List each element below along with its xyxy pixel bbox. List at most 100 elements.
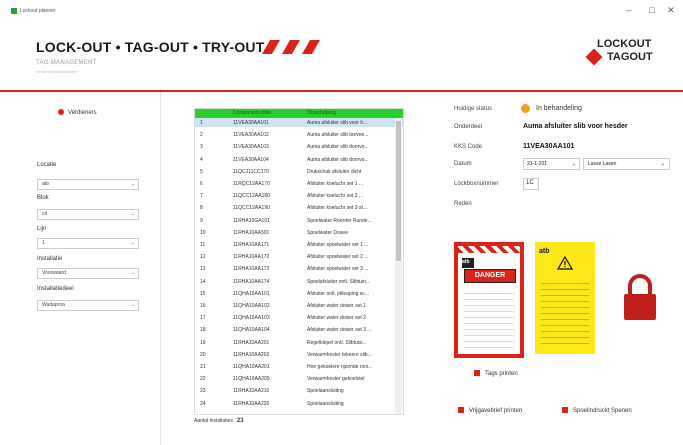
table-row[interactable]: 4 11VEA30AA104 Auma afsluiter slib doorvo.… [195,155,403,164]
table-row[interactable]: 22 11QHA10AA205 Verwarmhoster gekoelstel [195,374,403,383]
table-row[interactable]: 11 11RHA10AA171 Afsluiter spoelwater set 1… [195,240,403,249]
table-row[interactable]: 1 11VEA30AA101 Auma afsluiter slib voor h.… [195,118,403,127]
logo-text-line2: TAGOUT [607,51,653,63]
app-icon [11,8,17,14]
row-code: 11RHA10AA220 [233,400,270,407]
table-row[interactable]: 3 11VEA30AA103 Auma afsluiter slib doorvo.… [195,142,403,151]
kks-label: KKS Code [454,144,483,150]
row-index: 19 [200,339,206,346]
print-lockout-button[interactable]: Spoelindruckt Spenen [562,407,632,414]
table-row[interactable]: 20 11RHA10AA202 Verwarmhoster tekeere slib… [195,350,403,359]
grid-header-description[interactable]: Omschrijving [307,110,336,116]
row-description: Spoelaansluiting [307,400,344,407]
printer-icon [474,370,480,376]
table-row[interactable]: 24 11RHA10AA220 Spoelaansluiting [195,399,403,408]
row-code: 11QHA10AA201 [233,364,270,370]
status-in-progress-icon [521,104,530,113]
table-row[interactable]: 13 11RHA10AA173 Afsluiter spoelwater set 3… [195,264,403,273]
reset-filters-button[interactable]: Verdieners [58,109,97,116]
row-index: 13 [200,266,206,273]
row-index: 20 [200,351,206,358]
table-row[interactable]: 14 11RHA10AA174 Spoelafsluiter ontl. Slibt… [195,277,403,286]
lockbox-label: Lockboxnummer [454,181,499,187]
table-row[interactable]: 7 11QCC12AA180 Afsluiter koeluchr set 2 ..… [195,191,403,200]
table-row[interactable]: 19 11RHA10AA201 Regelklepel ontl. Slibtuis… [195,338,403,347]
table-row[interactable]: 18 11QHA10AA104 Afsluiter water doiser set… [195,325,403,334]
table-row[interactable]: 2 11VEA30AA102 Auma afsluiter slib toevoe.… [195,130,403,139]
table-row[interactable]: 23 11RHA10AA210 Spoelaansluiting [195,386,403,395]
maximize-button[interactable]: □ [643,5,661,15]
table-row[interactable]: 15 11QHA10AA101 Afsluiter ontl. pilleaping… [195,289,403,298]
row-code: 11RHA10AA202 [233,351,270,358]
filter-select-location[interactable]: ato ⌄ [37,179,139,190]
minimize-button[interactable]: – [620,5,638,15]
chevron-down-icon: ⌄ [130,181,135,187]
print-tags-button[interactable]: Tags printen [474,370,518,377]
filter-select-installation[interactable]: Voorwaard ⌄ [37,268,139,279]
row-description: Afsluiter spoelwater set 1 ... [307,242,369,248]
row-description: Regelklepel ontl. Slibtuisi... [307,339,367,346]
table-row[interactable]: 17 11QHA10AA103 Afsluiter water doiser set… [195,313,403,322]
warning-triangle-icon [557,256,573,270]
logo-mark-icon [585,48,603,66]
item-label: Onderdeel [454,124,483,130]
user-select[interactable]: Lasse Lasen ⌄ [583,158,670,170]
filter-select-installation-part[interactable]: Wadaproa ⌄ [37,300,139,311]
filter-value-location: ato [42,181,49,187]
row-index: 2 [200,132,203,139]
page-subtitle-secondary: Versie Kentekenbeheer [36,69,78,74]
row-description: Afsluiter koeluchr set 3 st... [307,205,368,212]
date-picker[interactable]: 21-1-201 ⌄ [523,158,580,170]
filter-label-line: Lijn [37,226,47,232]
grid-header-code[interactable]: Component code [233,110,271,116]
row-code: 11VEA30AA104 [233,156,269,163]
row-index: 24 [200,400,206,407]
lockbox-input[interactable]: 1C [523,178,539,190]
row-index: 18 [200,327,206,334]
table-row[interactable]: 6 11RQC12AA170 Afsluiter koeluchr set 1 ..… [195,179,403,188]
table-row[interactable]: 10 11RHA10AA501 Spoelwater Dosee [195,228,403,237]
app-header: LOCK-OUT • TAG-OUT • TRY-OUT TAG MANAGEM… [0,22,683,92]
print-release-button[interactable]: Vrijgavebrief printen [458,407,522,414]
table-row[interactable]: 21 11QHA10AA201 Hoe gekoelere rijzende ron… [195,362,403,371]
table-row[interactable]: 12 11RHA10AA172 Afsluiter spoelwater set 2… [195,252,403,261]
row-index: 8 [200,205,203,212]
grid-scrollbar[interactable] [395,118,402,414]
hazard-stripes-icon [262,40,320,54]
lockbox-value: 1C [526,180,534,186]
page-subtitle: TAG MANAGEMENT [36,60,97,66]
row-index: 5 [200,168,203,175]
printer-icon [458,407,464,413]
row-code: 11RHA10AA201 [233,339,270,346]
row-code: 11QHA10AA103 [233,315,270,322]
row-code: 11QCJ11CC170 [233,168,269,175]
row-index: 22 [200,376,206,383]
reason-label: Reden [454,201,472,207]
reset-filters-label: Verdieners [68,110,97,116]
table-row[interactable]: 16 11QHA10AA102 Afsluiter water doiser set… [195,301,403,310]
installation-count-label: Aantal installaties [194,418,233,424]
table-row[interactable]: 8 11QCC12AA190 Afsluiter koeluchr set 3 st… [195,203,403,212]
row-description: Spoelafsluiter ontl. Slibtuin... [307,278,371,285]
filter-select-line[interactable]: 1 ⌄ [37,238,139,249]
grid-scrollbar-thumb[interactable] [396,121,401,261]
close-button[interactable]: ✕ [662,5,680,16]
table-row[interactable]: 9 11RHA10GA101 Spoelwater Roerder Runde... [195,216,403,225]
installation-count-value: 23 [236,418,244,424]
filter-value-installation: Voorwaard [42,270,66,276]
print-lockout-icon [562,407,568,413]
tag-danger-label: DANGER [464,269,516,283]
row-index: 9 [200,217,203,224]
tag-stripes [458,246,520,253]
print-lockout-label: Spoelindruckt Spenen [573,408,632,414]
component-list-panel: Component code Omschrijving 1 11VEA30AA10… [176,92,426,445]
filter-select-block[interactable]: cit ⌄ [37,209,139,220]
row-index: 12 [200,254,206,261]
row-code: 11VEA30AA102 [233,132,269,139]
row-code: 11RHA10AA171 [233,242,270,248]
row-code: 11VEA30AA101 [233,120,269,126]
row-description: Drukschak afsluiter dicht [307,168,362,175]
table-row[interactable]: 5 11QCJ11CC170 Drukschak afsluiter dicht [195,167,403,176]
row-index: 23 [200,388,206,395]
print-tags-label: Tags printen [485,371,518,377]
